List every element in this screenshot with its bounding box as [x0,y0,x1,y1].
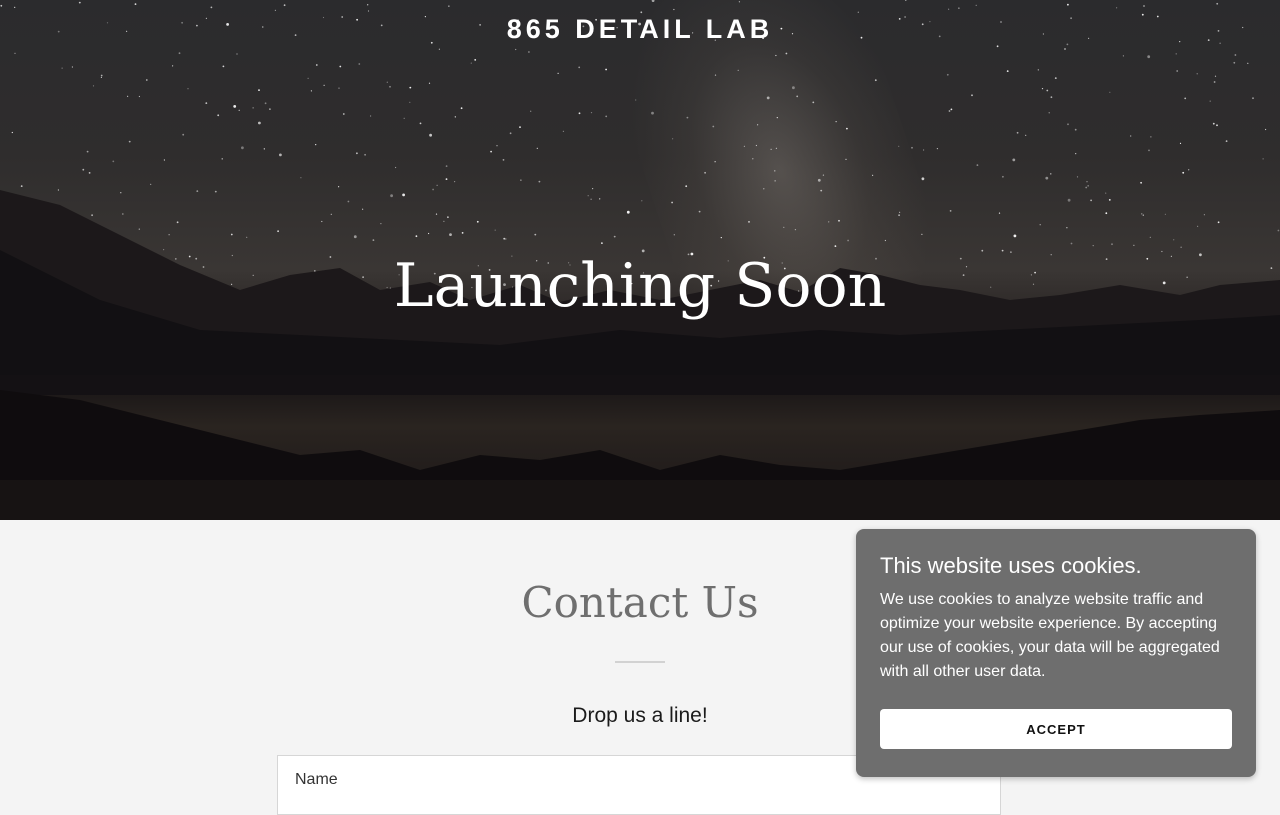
hero-title: Launching Soon [393,251,887,321]
cookie-banner-title: This website uses cookies. [880,553,1142,578]
hero-banner: 865 DETAIL LAB Launching Soon [0,0,1280,520]
cookie-banner-text: We use cookies to analyze website traffi… [880,591,1220,680]
site-brand: 865 DETAIL LAB [506,14,774,44]
accept-cookies-button[interactable]: ACCEPT [880,709,1232,749]
section-divider [615,661,665,663]
cookie-banner: This website uses cookies. We use cookie… [856,529,1256,777]
